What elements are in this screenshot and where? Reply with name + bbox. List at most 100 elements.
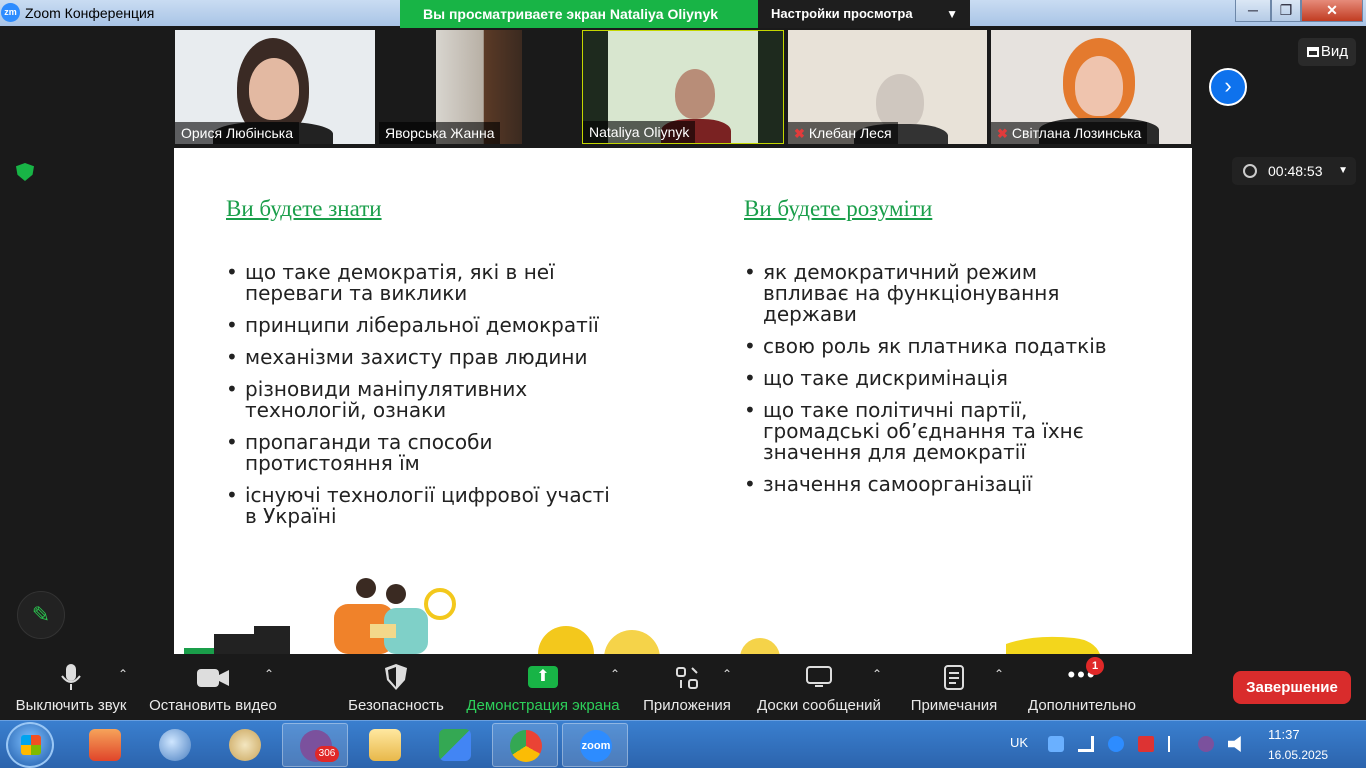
left-column-heading: Ви будете знати — [226, 196, 382, 221]
annotate-pencil-button[interactable]: ✎ — [17, 591, 65, 639]
chrome-icon — [510, 730, 542, 762]
list-item: існуючі технології цифрової участі в Укр… — [226, 485, 626, 527]
magnifier-icon — [159, 729, 191, 761]
taskbar-app[interactable] — [142, 723, 208, 767]
view-settings-dropdown[interactable]: Настройки просмотра ▼ — [758, 0, 970, 28]
mute-button[interactable]: ⌃ Выключить звук — [6, 654, 136, 720]
list-item: пропаганди та способи протистояння їм — [226, 432, 626, 474]
video-label: Остановить видео — [149, 697, 277, 714]
start-button[interactable] — [6, 722, 54, 768]
video-tile-active-speaker[interactable]: Nataliya Oliynyk — [582, 30, 784, 144]
presentation-app-icon — [89, 729, 121, 761]
viber-tray-icon[interactable] — [1198, 736, 1214, 752]
mute-label: Выключить звук — [15, 697, 127, 714]
whiteboard-icon — [806, 666, 832, 687]
share-label: Демонстрация экрана — [466, 697, 620, 714]
apps-label: Приложения — [643, 697, 731, 714]
more-button[interactable]: ••• Дополнительно — [1022, 654, 1142, 720]
clock-date[interactable]: 16.05.2025 — [1268, 748, 1328, 762]
grid-view-icon — [1307, 47, 1319, 57]
folder-icon — [369, 729, 401, 761]
maximize-button[interactable]: ❐ — [1271, 0, 1301, 22]
taskbar-app-zoom[interactable]: zoom — [562, 723, 628, 767]
zoom-app-icon: zm — [1, 3, 20, 22]
taskbar-app[interactable] — [72, 723, 138, 767]
microphone-icon — [61, 664, 81, 690]
notification-badge: 1 — [1086, 657, 1104, 675]
windows-taskbar: 306 zoom UK 11:37 16.05.2025 — [0, 720, 1366, 768]
list-item: що таке політичні партії, громадські об’… — [744, 400, 1114, 463]
list-item: принципи ліберальної демократії — [226, 315, 626, 337]
shared-screen-slide: Ви будете знати що таке демократія, які … — [174, 148, 1192, 654]
shield-icon — [385, 664, 407, 690]
zoom-tray-icon[interactable] — [1108, 736, 1124, 752]
left-bullet-list: що таке демократія, які в неї переваги т… — [226, 262, 626, 538]
more-label: Дополнительно — [1028, 697, 1136, 714]
video-tile[interactable]: ✖ Світлана Лозинська — [991, 30, 1191, 144]
view-button[interactable]: Вид — [1298, 38, 1356, 66]
clock-time[interactable]: 11:37 — [1268, 727, 1300, 742]
google-meet-icon — [439, 729, 471, 761]
encryption-shield-icon[interactable] — [16, 163, 34, 181]
chevron-right-icon: › — [1224, 73, 1232, 98]
apps-icon — [676, 667, 698, 689]
share-banner: Вы просматриваете экран Nataliya Oliynyk — [400, 0, 758, 28]
right-bullet-list: як демократичний режим впливає на функці… — [744, 262, 1114, 506]
taskbar-app-viber[interactable]: 306 — [282, 723, 348, 767]
signal-icon[interactable] — [1078, 736, 1094, 752]
video-tile[interactable]: Орися Любінська — [175, 30, 375, 144]
close-button[interactable]: ✕ — [1301, 0, 1363, 22]
minimize-button[interactable]: ─ — [1235, 0, 1271, 22]
network-icon[interactable] — [1048, 736, 1064, 752]
notes-icon — [944, 665, 964, 690]
list-item: свою роль як платника податків — [744, 336, 1114, 358]
viber-badge: 306 — [315, 746, 339, 762]
next-page-button[interactable]: › — [1209, 68, 1247, 106]
taskbar-app[interactable] — [422, 723, 488, 767]
share-screen-button[interactable]: ⬆ ⌃ Демонстрация экрана — [462, 654, 624, 720]
pencil-icon: ✎ — [31, 602, 51, 627]
taskbar-app[interactable] — [352, 723, 418, 767]
right-column-heading: Ви будете розуміти — [744, 196, 933, 221]
window-title: Zoom Конференция — [25, 5, 155, 21]
video-camera-icon — [197, 669, 229, 687]
taskbar-app[interactable] — [492, 723, 558, 767]
paint-palette-icon — [229, 729, 261, 761]
caret-up-icon[interactable]: ⌃ — [722, 667, 732, 681]
participant-name: ✖ Світлана Лозинська — [991, 122, 1148, 144]
keyboard-language[interactable]: UK — [1010, 735, 1028, 750]
caret-up-icon[interactable]: ⌃ — [872, 667, 882, 681]
taskbar-app[interactable] — [212, 723, 278, 767]
whiteboards-button[interactable]: ⌃ Доски сообщений — [752, 654, 886, 720]
caret-up-icon[interactable]: ⌃ — [994, 667, 1004, 681]
device-icon[interactable] — [1138, 736, 1154, 752]
meeting-timer[interactable]: 00:48:53 ▼ — [1232, 157, 1356, 185]
apps-button[interactable]: ⌃ Приложения — [640, 654, 734, 720]
list-item: механізми захисту прав людини — [226, 347, 626, 369]
slide-illustration — [184, 578, 1100, 654]
caret-up-icon[interactable]: ⌃ — [118, 667, 128, 681]
caret-up-icon[interactable]: ⌃ — [264, 667, 274, 681]
flag-icon[interactable] — [1168, 736, 1184, 752]
list-item: що таке демократія, які в неї переваги т… — [226, 262, 626, 304]
video-button[interactable]: ⌃ Остановить видео — [146, 654, 280, 720]
chevron-down-icon: ▼ — [946, 7, 958, 21]
video-tile[interactable]: Яворська Жанна — [379, 30, 579, 144]
participant-name: Яворська Жанна — [379, 122, 501, 144]
participant-name: ✖ Клебан Леся — [788, 122, 898, 144]
video-tile[interactable]: ✖ Клебан Леся — [788, 30, 987, 144]
windows-logo-icon — [21, 735, 41, 755]
security-label: Безопасность — [348, 697, 444, 714]
clock-icon — [1243, 164, 1257, 178]
zoom-icon: zoom — [580, 730, 612, 762]
security-button[interactable]: Безопасность — [344, 654, 448, 720]
participant-name: Nataliya Oliynyk — [583, 121, 696, 143]
list-item: різновиди маніпулятивних технологій, озн… — [226, 379, 626, 421]
end-meeting-button[interactable]: Завершение — [1233, 671, 1351, 704]
muted-mic-icon: ✖ — [794, 126, 805, 141]
caret-up-icon[interactable]: ⌃ — [610, 667, 620, 681]
list-item: як демократичний режим впливає на функці… — [744, 262, 1114, 325]
timer-value: 00:48:53 — [1268, 163, 1323, 179]
share-arrow-icon: ⬆ — [528, 666, 558, 688]
notes-button[interactable]: ⌃ Примечания — [904, 654, 1004, 720]
